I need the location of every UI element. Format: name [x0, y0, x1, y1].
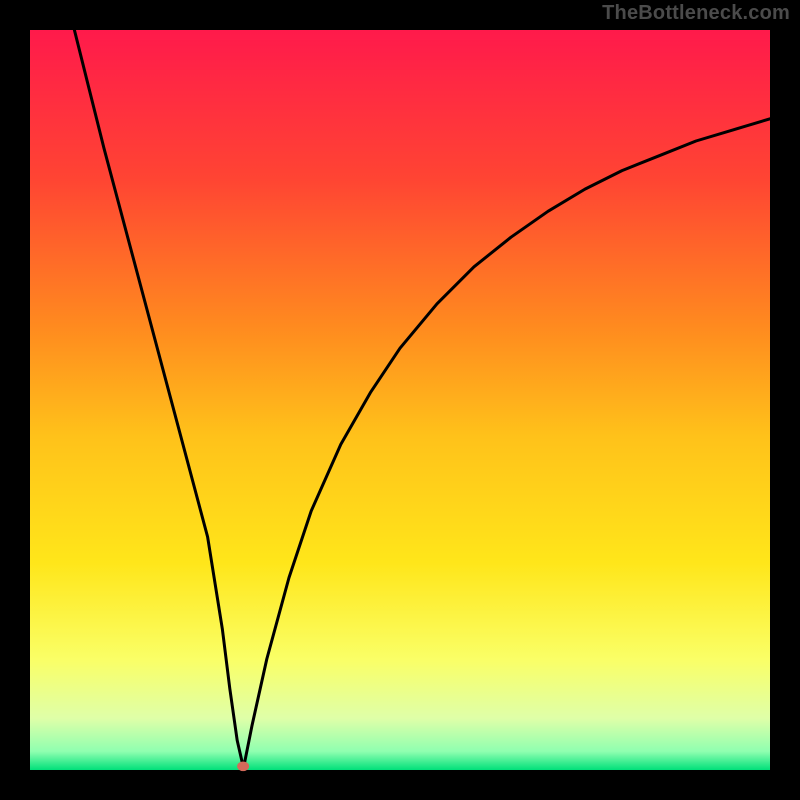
chart-container: TheBottleneck.com: [0, 0, 800, 800]
minimum-marker: [237, 762, 249, 772]
plot-background: [30, 30, 770, 770]
bottleneck-chart: [0, 0, 800, 800]
